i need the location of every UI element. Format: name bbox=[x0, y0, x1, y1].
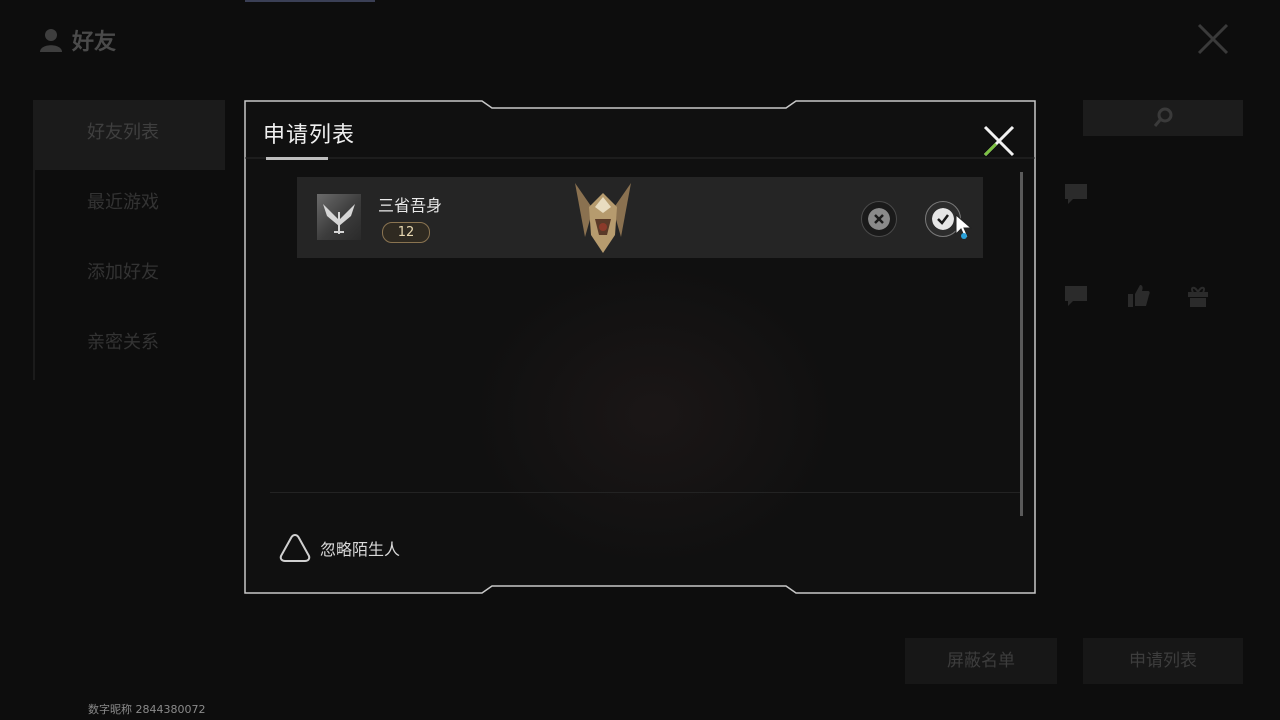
friend-request-row: 三省吾身 12 bbox=[297, 177, 983, 258]
level-badge: 12 bbox=[382, 222, 430, 243]
winged-emblem-icon bbox=[323, 204, 355, 234]
circle-check-icon bbox=[932, 208, 954, 230]
player-name: 三省吾身 bbox=[378, 196, 443, 215]
person-icon bbox=[40, 29, 62, 52]
blocklist-button[interactable]: 屏蔽名单 bbox=[905, 638, 1057, 684]
footer-divider bbox=[270, 492, 1020, 493]
emblem-glow bbox=[454, 250, 854, 580]
mouse-cursor-icon bbox=[955, 214, 973, 239]
ignore-strangers-toggle[interactable]: 忽略陌生人 bbox=[278, 532, 400, 564]
request-list-dialog: 申请列表 三省吾身 12 忽略陌生人 bbox=[244, 100, 1036, 594]
close-icon[interactable] bbox=[980, 122, 1018, 160]
nav-item-recent-games[interactable]: 最近游戏 bbox=[33, 170, 225, 240]
thumbs-up-icon[interactable] bbox=[1125, 283, 1151, 309]
avatar bbox=[317, 194, 361, 240]
friends-title: 好友 bbox=[72, 30, 117, 55]
friends-header: 好友 bbox=[38, 24, 116, 56]
screen: 好友 好友列表 最近游戏 添加好友 亲密关系 屏蔽名单 申请列表 数字昵称 28… bbox=[0, 0, 1280, 720]
request-list-scrollbar[interactable] bbox=[1020, 172, 1023, 516]
friends-nav: 好友列表 最近游戏 添加好友 亲密关系 bbox=[33, 100, 225, 380]
chat-bubble-icon[interactable] bbox=[1063, 181, 1089, 207]
search-icon bbox=[1153, 107, 1173, 127]
reject-request-button[interactable] bbox=[861, 201, 897, 237]
title-underline bbox=[266, 157, 328, 160]
top-tab-indicator bbox=[245, 0, 375, 2]
request-list-button[interactable]: 申请列表 bbox=[1083, 638, 1243, 684]
chat-bubble-icon[interactable] bbox=[1063, 283, 1089, 309]
nav-item-intimacy[interactable]: 亲密关系 bbox=[33, 310, 225, 380]
ignore-strangers-label: 忽略陌生人 bbox=[320, 540, 401, 559]
triangle-toggle-icon bbox=[279, 533, 311, 562]
gift-icon[interactable] bbox=[1185, 283, 1211, 309]
nav-item-add-friend[interactable]: 添加好友 bbox=[33, 240, 225, 310]
friend-search-box[interactable] bbox=[1083, 100, 1243, 136]
circle-x-icon bbox=[868, 208, 890, 230]
rank-emblem-icon bbox=[575, 183, 631, 253]
digital-nickname-id: 数字昵称 2844380072 bbox=[88, 703, 206, 716]
dialog-title: 申请列表 bbox=[263, 123, 356, 148]
nav-item-friend-list[interactable]: 好友列表 bbox=[33, 100, 225, 170]
close-icon[interactable] bbox=[1196, 22, 1230, 56]
